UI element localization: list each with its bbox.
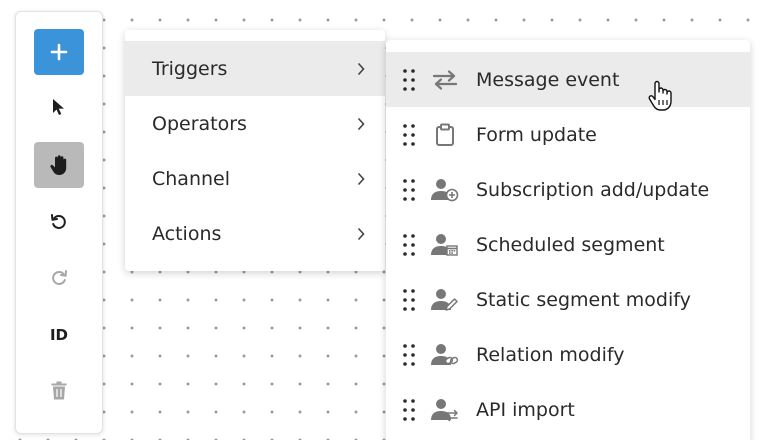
submenu-item-message-event[interactable]: Message event: [386, 52, 750, 107]
menu-item-operators[interactable]: Operators: [125, 96, 385, 151]
clipboard-icon: [436, 123, 454, 146]
menu-item-label: Actions: [152, 222, 222, 245]
id-label: ID: [49, 326, 69, 344]
submenu-item-label: Message event: [476, 68, 620, 91]
drag-handle-icon[interactable]: [402, 398, 416, 422]
drag-handle-icon[interactable]: [402, 123, 416, 147]
undo-icon: [51, 214, 66, 229]
trash-icon: [51, 381, 67, 399]
user-calendar-icon: [431, 233, 458, 256]
swap-arrows-icon: [432, 69, 458, 90]
select-tool-button[interactable]: [34, 84, 84, 130]
drag-handle-icon[interactable]: [402, 68, 416, 92]
menu-item-label: Channel: [152, 167, 231, 190]
chevron-right-icon: [357, 172, 365, 185]
drag-handle-icon[interactable]: [402, 343, 416, 367]
submenu-item-relation-modify[interactable]: Relation modify: [386, 327, 750, 382]
plus-icon: [50, 43, 68, 61]
hand-pan-icon: [50, 155, 67, 175]
user-add-icon: [431, 178, 459, 201]
menu-item-actions[interactable]: Actions: [125, 206, 385, 261]
delete-button[interactable]: [34, 367, 84, 413]
menu-item-label: Triggers: [152, 57, 228, 80]
hand-pointer-cursor-icon: [648, 80, 672, 111]
menu-item-triggers[interactable]: Triggers: [125, 41, 385, 96]
submenu-item-static-segment-modify[interactable]: Static segment modify: [386, 272, 750, 327]
user-link-icon: [431, 343, 459, 365]
user-edit-icon: [431, 288, 458, 311]
menu-item-channel[interactable]: Channel: [125, 151, 385, 206]
submenu-item-subscription-add-update[interactable]: Subscription add/update: [386, 162, 750, 217]
menu-item-label: Operators: [152, 112, 247, 135]
drag-handle-icon[interactable]: [402, 288, 416, 312]
drag-handle-icon[interactable]: [402, 233, 416, 257]
show-ids-button[interactable]: ID: [34, 312, 84, 358]
chevron-right-icon: [357, 117, 365, 130]
user-import-icon: [431, 398, 458, 421]
canvas-toolbar: ID: [15, 11, 103, 434]
submenu-item-label: Relation modify: [476, 343, 625, 366]
submenu-item-label: Scheduled segment: [476, 233, 665, 256]
pan-tool-button[interactable]: [34, 142, 84, 188]
redo-button[interactable]: [34, 255, 84, 301]
node-type-menu: Triggers Operators Channel Actions: [125, 30, 385, 271]
drag-handle-icon[interactable]: [402, 178, 416, 202]
submenu-item-scheduled-segment[interactable]: Scheduled segment: [386, 217, 750, 272]
submenu-item-label: Form update: [476, 123, 597, 146]
add-node-button[interactable]: [34, 29, 84, 75]
undo-button[interactable]: [34, 199, 84, 245]
chevron-right-icon: [357, 227, 365, 240]
submenu-item-label: Subscription add/update: [476, 178, 710, 201]
triggers-submenu: Message event Form update Subscription a…: [386, 40, 750, 440]
redo-icon: [52, 270, 67, 285]
chevron-right-icon: [357, 62, 365, 75]
submenu-item-api-import[interactable]: API import: [386, 382, 750, 437]
submenu-item-label: Static segment modify: [476, 288, 691, 311]
pointer-arrow-icon: [53, 99, 64, 115]
submenu-item-label: API import: [476, 398, 575, 421]
submenu-item-form-update[interactable]: Form update: [386, 107, 750, 162]
